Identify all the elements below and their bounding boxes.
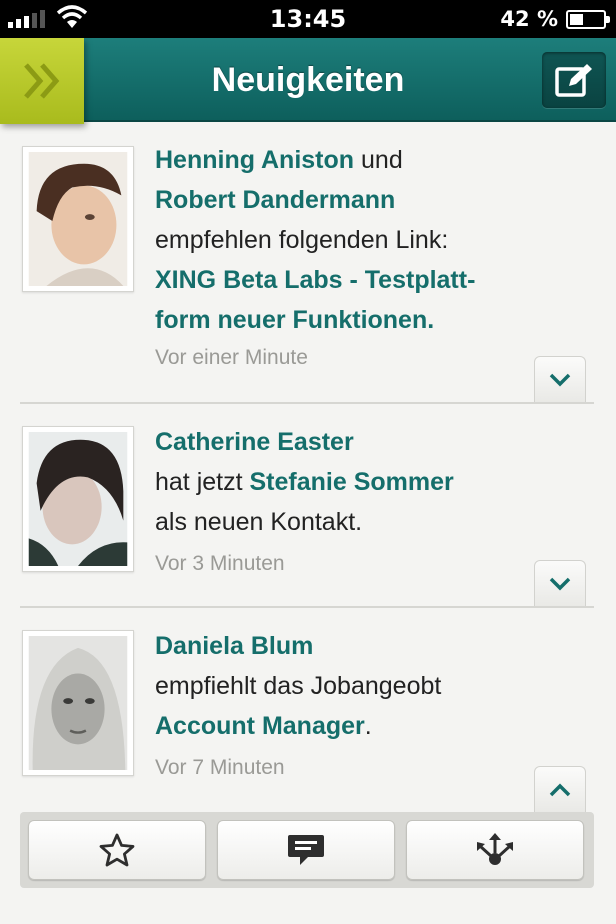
user-link[interactable]: Henning Aniston	[155, 146, 354, 174]
feed-item[interactable]: Henning Aniston und Robert Dandermann em…	[0, 124, 616, 404]
activity-text: empfehlen folgenden Link:	[155, 226, 449, 254]
avatar-daniela	[28, 636, 128, 770]
star-icon	[99, 833, 135, 867]
chevron-up-icon	[549, 783, 571, 796]
action-bar	[20, 812, 594, 888]
punctuation-text: .	[364, 712, 372, 740]
compose-button[interactable]	[542, 52, 606, 108]
avatar[interactable]	[22, 426, 134, 572]
connector-text: und	[354, 146, 403, 174]
avatar-henning	[28, 152, 128, 286]
feed-item[interactable]: Daniela Blum empfiehlt das Jobangeobt Ac…	[0, 608, 616, 812]
double-chevron-right-icon	[24, 63, 60, 99]
share-icon	[477, 833, 513, 865]
shared-link[interactable]: XING Beta Labs - Testplatt-	[155, 266, 475, 294]
user-link[interactable]: Robert Dandermann	[155, 186, 395, 214]
feed-item[interactable]: Catherine Easter hat jetzt Stefanie Somm…	[0, 404, 616, 608]
expand-button[interactable]	[534, 356, 586, 402]
avatar-catherine	[28, 432, 128, 566]
activity-text: hat jetzt	[155, 468, 250, 496]
user-link[interactable]: Catherine Easter	[155, 428, 354, 456]
chevron-down-icon	[549, 373, 571, 386]
activity-text: als neuen Kontakt.	[155, 508, 363, 536]
activity-text: empfiehlt das Jobangeobt	[155, 672, 442, 700]
status-bar: 13:45 42 %	[0, 0, 616, 38]
page-title: Neuigkeiten	[211, 61, 405, 99]
comment-button[interactable]	[217, 820, 395, 880]
user-link[interactable]: Daniela Blum	[155, 632, 313, 660]
favorite-button[interactable]	[28, 820, 206, 880]
share-button[interactable]	[406, 820, 584, 880]
compose-icon	[555, 64, 592, 97]
expand-button[interactable]	[534, 560, 586, 606]
avatar[interactable]	[22, 630, 134, 776]
timestamp: Vor einer Minute	[155, 346, 308, 369]
shared-link-continued[interactable]: form neuer Funktionen.	[155, 306, 434, 334]
battery-icon	[566, 10, 610, 29]
collapse-button[interactable]	[534, 766, 586, 812]
comment-icon	[288, 835, 324, 865]
timestamp: Vor 3 Minuten	[155, 552, 285, 575]
battery-percentage: 42 %	[500, 7, 558, 31]
contact-link[interactable]: Stefanie Sommer	[250, 468, 454, 496]
chevron-down-icon	[549, 577, 571, 590]
job-link[interactable]: Account Manager	[155, 712, 365, 740]
avatar[interactable]	[22, 146, 134, 292]
menu-button[interactable]	[0, 38, 84, 124]
timestamp: Vor 7 Minuten	[155, 756, 285, 779]
